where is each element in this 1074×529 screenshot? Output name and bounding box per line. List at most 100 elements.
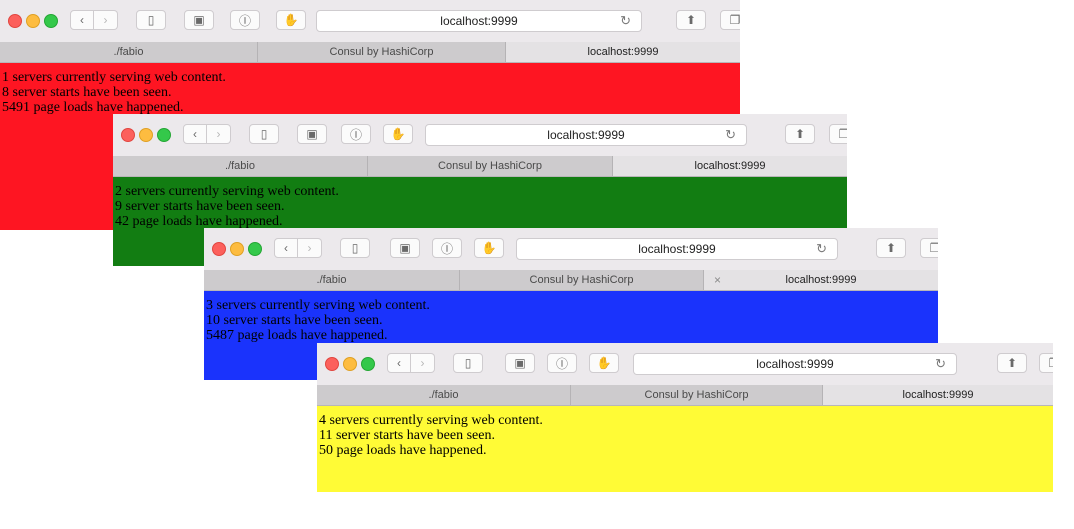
minimize-window-button[interactable] (343, 357, 357, 371)
toolbar: ‹ › ▯ ▣ Ⓘ ✋ localhost:9999 ↻ ⬆ ❐ (0, 0, 740, 43)
minimize-window-button[interactable] (139, 128, 153, 142)
minimize-window-button[interactable] (230, 242, 244, 256)
password-manager-icon: Ⓘ (238, 13, 251, 28)
onenote-icon: ▣ (306, 127, 318, 141)
minimize-window-button[interactable] (26, 14, 40, 28)
onenote-button[interactable]: ▣ (297, 124, 327, 144)
tabs-icon: ❐ (729, 13, 740, 27)
address-url: localhost:9999 (756, 357, 834, 371)
tab-consul[interactable]: Consul by HashiCorp (258, 42, 506, 62)
close-tab-icon[interactable]: × (714, 270, 721, 290)
close-window-button[interactable] (121, 128, 135, 142)
onenote-button[interactable]: ▣ (184, 10, 214, 30)
sidebar-button[interactable]: ▯ (453, 353, 483, 373)
address-bar[interactable]: localhost:9999 ↻ (425, 124, 747, 146)
reload-icon[interactable]: ↻ (816, 241, 827, 257)
back-chevron-icon: ‹ (80, 13, 84, 27)
tab-fabio[interactable]: ./fabio (204, 270, 460, 290)
sidebar-button[interactable]: ▯ (340, 238, 370, 258)
toolbar: ‹ › ▯ ▣ Ⓘ ✋ localhost:9999 ↻ ⬆ ❐ (113, 114, 847, 157)
tab-localhost[interactable]: localhost:9999 (613, 156, 847, 176)
sidebar-button[interactable]: ▯ (249, 124, 279, 144)
forward-button[interactable]: › (207, 124, 231, 144)
forward-button[interactable]: › (94, 10, 118, 30)
back-button[interactable]: ‹ (70, 10, 94, 30)
forward-button[interactable]: › (411, 353, 435, 373)
tabs-button[interactable]: ❐ (720, 10, 740, 30)
zoom-window-button[interactable] (157, 128, 171, 142)
extension-button[interactable]: ✋ (383, 124, 413, 144)
tabs-icon: ❐ (929, 241, 938, 255)
tab-consul[interactable]: Consul by HashiCorp (368, 156, 613, 176)
reload-icon[interactable]: ↻ (620, 13, 631, 29)
page-loads-line: 5487 page loads have happened. (206, 328, 388, 343)
password-manager-icon: Ⓘ (440, 241, 453, 256)
share-button[interactable]: ⬆ (785, 124, 815, 144)
tab-localhost[interactable]: localhost:9999 (823, 385, 1053, 405)
back-button[interactable]: ‹ (274, 238, 298, 258)
tab-fabio[interactable]: ./fabio (0, 42, 258, 62)
reload-icon[interactable]: ↻ (935, 356, 946, 372)
zoom-window-button[interactable] (44, 14, 58, 28)
tab-localhost[interactable]: × localhost:9999 (704, 270, 938, 290)
onenote-button[interactable]: ▣ (505, 353, 535, 373)
password-manager-icon: Ⓘ (349, 127, 362, 142)
starts-line: 8 server starts have been seen. (2, 85, 172, 100)
onenote-button[interactable]: ▣ (390, 238, 420, 258)
sidebar-button[interactable]: ▯ (136, 10, 166, 30)
share-button[interactable]: ⬆ (676, 10, 706, 30)
back-chevron-icon: ‹ (193, 127, 197, 141)
page-loads-line: 5491 page loads have happened. (2, 100, 184, 115)
tab-fabio[interactable]: ./fabio (317, 385, 571, 405)
tab-bar: ./fabio Consul by HashiCorp localhost:99… (113, 156, 847, 177)
zoom-window-button[interactable] (248, 242, 262, 256)
extension-icon: ✋ (596, 356, 612, 370)
tab-bar: ./fabio Consul by HashiCorp localhost:99… (0, 42, 740, 63)
tab-consul[interactable]: Consul by HashiCorp (460, 270, 704, 290)
onenote-icon: ▣ (193, 13, 205, 27)
tabs-button[interactable]: ❐ (829, 124, 847, 144)
tabs-button[interactable]: ❐ (1039, 353, 1053, 373)
extension-button[interactable]: ✋ (589, 353, 619, 373)
servers-line: 1 servers currently serving web content. (2, 70, 226, 85)
close-window-button[interactable] (325, 357, 339, 371)
servers-line: 4 servers currently serving web content. (319, 413, 543, 428)
back-button[interactable]: ‹ (387, 353, 411, 373)
address-url: localhost:9999 (440, 14, 518, 28)
tab-localhost[interactable]: localhost:9999 (506, 42, 740, 62)
starts-line: 10 server starts have been seen. (206, 313, 383, 328)
onenote-icon: ▣ (399, 241, 411, 255)
address-bar[interactable]: localhost:9999 ↻ (516, 238, 838, 260)
close-window-button[interactable] (212, 242, 226, 256)
address-url: localhost:9999 (638, 242, 716, 256)
forward-button[interactable]: › (298, 238, 322, 258)
extension-button[interactable]: ✋ (276, 10, 306, 30)
reload-icon[interactable]: ↻ (725, 127, 736, 143)
address-bar[interactable]: localhost:9999 ↻ (316, 10, 642, 32)
sidebar-icon: ▯ (260, 127, 268, 141)
forward-chevron-icon: › (103, 13, 108, 27)
close-window-button[interactable] (8, 14, 22, 28)
toolbar: ‹ › ▯ ▣ Ⓘ ✋ localhost:9999 ↻ ⬆ ❐ (317, 343, 1053, 386)
tab-label: localhost:9999 (785, 274, 857, 286)
password-button[interactable]: Ⓘ (432, 238, 462, 258)
zoom-window-button[interactable] (361, 357, 375, 371)
password-button[interactable]: Ⓘ (230, 10, 260, 30)
browser-window-4: ‹ › ▯ ▣ Ⓘ ✋ localhost:9999 ↻ ⬆ ❐ ./fabio… (317, 343, 1053, 492)
extension-button[interactable]: ✋ (474, 238, 504, 258)
tab-bar: ./fabio Consul by HashiCorp localhost:99… (317, 385, 1053, 406)
share-icon: ⬆ (885, 241, 897, 255)
forward-chevron-icon: › (216, 127, 221, 141)
password-button[interactable]: Ⓘ (341, 124, 371, 144)
password-button[interactable]: Ⓘ (547, 353, 577, 373)
share-button[interactable]: ⬆ (876, 238, 906, 258)
sidebar-icon: ▯ (464, 356, 472, 370)
share-button[interactable]: ⬆ (997, 353, 1027, 373)
address-bar[interactable]: localhost:9999 ↻ (633, 353, 957, 375)
extension-icon: ✋ (390, 127, 406, 141)
tabs-button[interactable]: ❐ (920, 238, 938, 258)
tab-consul[interactable]: Consul by HashiCorp (571, 385, 823, 405)
tab-fabio[interactable]: ./fabio (113, 156, 368, 176)
back-button[interactable]: ‹ (183, 124, 207, 144)
back-chevron-icon: ‹ (284, 241, 288, 255)
